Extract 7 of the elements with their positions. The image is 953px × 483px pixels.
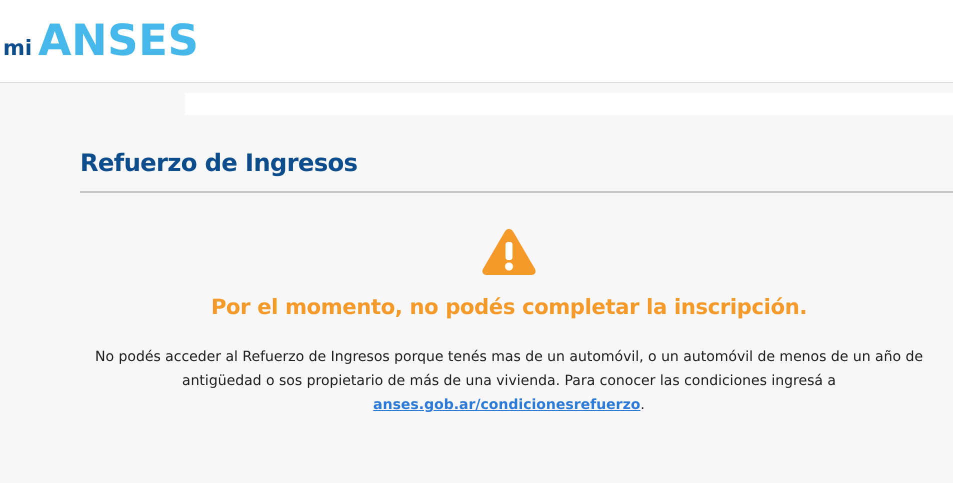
page-title: Refuerzo de Ingresos (80, 149, 953, 193)
logo-wordmark: ANSES (38, 16, 199, 66)
warning-icon (481, 227, 537, 277)
logo-prefix: mi (3, 36, 32, 60)
alert-heading: Por el momento, no podés completar la inscripción. (210, 295, 808, 319)
alert-message: No podés acceder al Refuerzo de Ingresos porque tenés mas de un automóvil, o un automóvil de menos de un año de antigüedad o sos propietario de más de una vivienda. Para conocer las condiciones ingresá a anses.gob.ar/condicionesrefuerzo. (94, 348, 924, 415)
conditions-link[interactable]: anses.gob.ar/condicionesrefuerzo (373, 397, 640, 413)
